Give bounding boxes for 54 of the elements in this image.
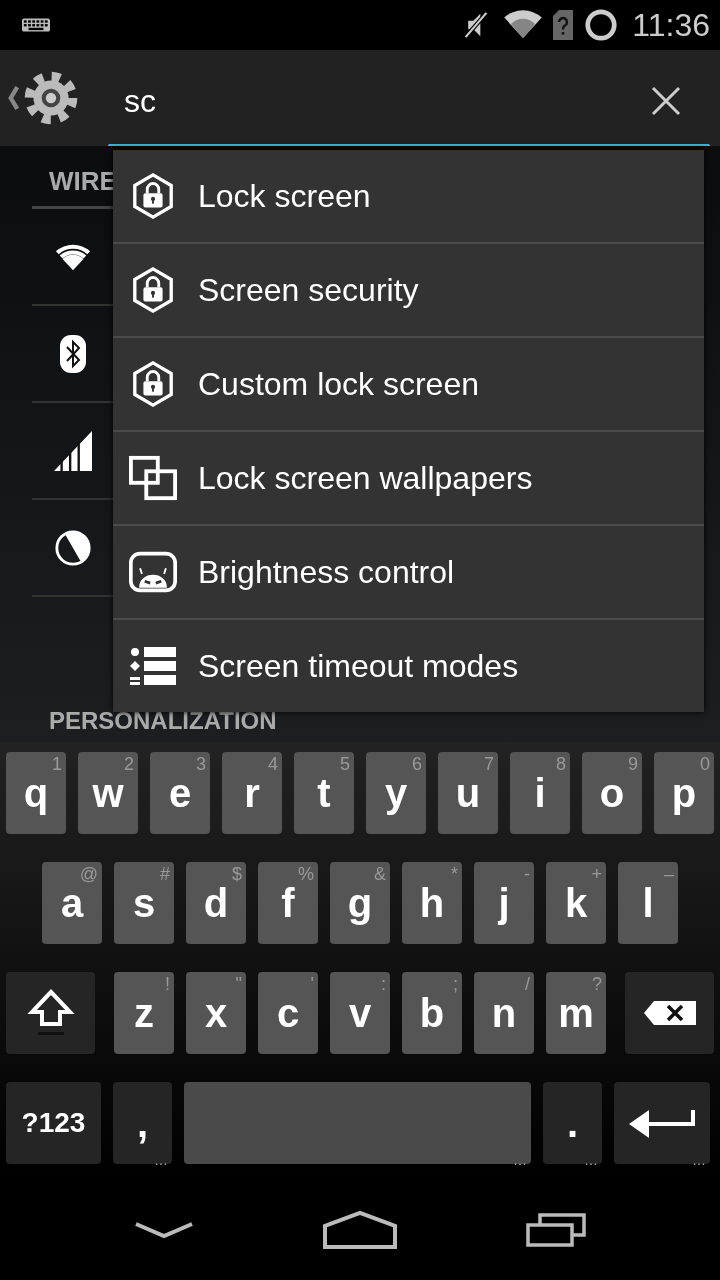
letter-key[interactable]: z !	[114, 972, 174, 1054]
letter-key[interactable]: j -	[474, 862, 534, 944]
letter-key[interactable]: u 7	[438, 752, 498, 834]
letter-key[interactable]: a @	[42, 862, 102, 944]
recents-button[interactable]	[526, 1213, 586, 1247]
letter-key[interactable]: b ;	[402, 972, 462, 1054]
enter-key[interactable]: …	[614, 1082, 710, 1164]
letter-key[interactable]: i 8	[510, 752, 570, 834]
shift-arrow-icon	[25, 988, 76, 1038]
symbols-key[interactable]: ?123	[6, 1082, 101, 1164]
space-key[interactable]: …	[184, 1082, 531, 1164]
letter-key[interactable]: q 1	[6, 752, 66, 834]
home-button[interactable]	[322, 1210, 398, 1250]
wifi-icon	[504, 10, 543, 40]
letter-key[interactable]: g &	[330, 862, 390, 944]
suggestion-item[interactable]: Lock screen wallpapers	[113, 432, 704, 526]
letter-key[interactable]: n /	[474, 972, 534, 1054]
letter-key[interactable]: f %	[258, 862, 318, 944]
signal-icon	[53, 430, 92, 471]
letter-key[interactable]: c '	[258, 972, 318, 1054]
hide-keyboard-button[interactable]	[134, 1220, 194, 1240]
letter-key[interactable]: l –	[618, 862, 678, 944]
letter-key[interactable]: v :	[330, 972, 390, 1054]
letter-key[interactable]: h *	[402, 862, 462, 944]
suggestion-item[interactable]: Screen security	[113, 244, 704, 338]
suggestion-item[interactable]: Lock screen	[113, 150, 704, 244]
letter-key[interactable]: d $	[186, 862, 246, 944]
letter-key[interactable]: x "	[186, 972, 246, 1054]
mute-icon	[463, 10, 490, 40]
close-icon[interactable]	[651, 86, 681, 116]
backspace-key[interactable]	[625, 972, 714, 1054]
letter-key[interactable]: e 3	[150, 752, 210, 834]
keyboard-icon	[22, 18, 50, 32]
clock-icon	[53, 527, 92, 568]
letter-key[interactable]: w 2	[78, 752, 138, 834]
letter-key[interactable]: p 0	[654, 752, 714, 834]
battery-ring-icon	[584, 8, 619, 42]
letter-key[interactable]: r 4	[222, 752, 282, 834]
letter-key[interactable]: m ?	[546, 972, 606, 1054]
letter-key[interactable]: y 6	[366, 752, 426, 834]
letter-key[interactable]: k +	[546, 862, 606, 944]
letter-key[interactable]: t 5	[294, 752, 354, 834]
shift-key[interactable]	[6, 972, 95, 1054]
suggestion-item[interactable]: Brightness control	[113, 526, 704, 620]
overlapping-squares-icon	[129, 455, 177, 501]
suggestion-item[interactable]: Custom lock screen	[113, 338, 704, 432]
letter-key[interactable]: s #	[114, 862, 174, 944]
robot-face-icon	[129, 549, 177, 595]
letter-key[interactable]: o 9	[582, 752, 642, 834]
clock-time: 11:36	[632, 6, 710, 44]
chevron-icon	[8, 85, 20, 111]
comma-key[interactable]: , …	[113, 1082, 172, 1164]
period-key[interactable]: . …	[543, 1082, 602, 1164]
backspace-icon	[641, 999, 698, 1027]
